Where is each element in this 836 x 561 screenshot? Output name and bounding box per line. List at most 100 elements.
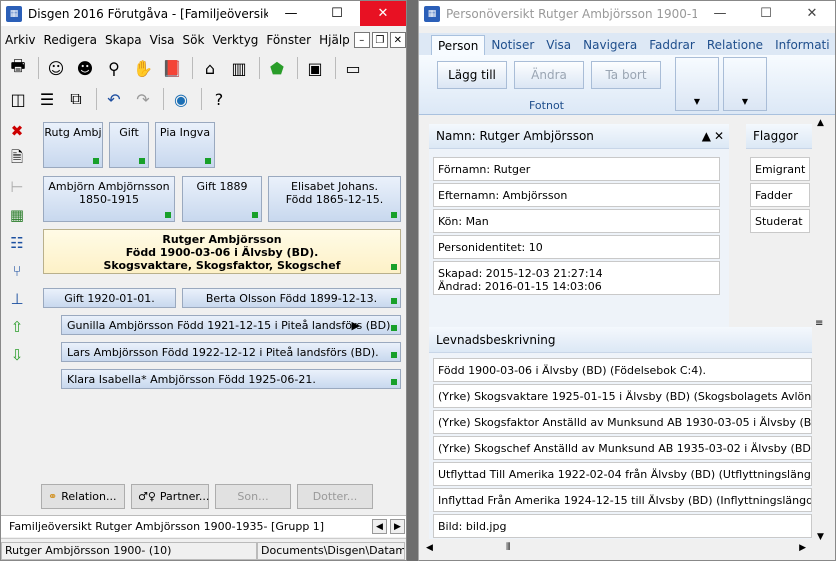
parents-marriage-card[interactable]: Gift 1889 [182,176,262,222]
life-event-3[interactable]: (Yrke) Skogsfaktor Anställd av Munksund … [433,410,812,434]
partner-button[interactable]: ♂♀ Partner... [131,484,209,509]
scroll-grip-icon[interactable]: ≡ [815,318,823,329]
handshake-icon[interactable]: ✋ [130,55,156,81]
life-event-4[interactable]: (Yrke) Skogschef Anställd av Munksund AB… [433,436,812,460]
family-chart-icon[interactable]: ▦ [5,203,29,227]
right-maximize-button[interactable]: ☐ [743,1,789,26]
window-icon[interactable]: ▭ [340,55,366,81]
life-event-5[interactable]: Utflyttad Till Amerika 1922-02-04 från Ä… [433,462,812,486]
tab-visa[interactable]: Visa [540,35,577,55]
layout-columns-icon[interactable]: ◫ [5,86,31,112]
life-event-1[interactable]: Född 1900-03-06 i Älvsby (BD) (Födelsebo… [433,358,812,382]
menu-verktyg[interactable]: Verktyg [208,33,262,47]
right-minimize-button[interactable]: — [697,1,743,26]
menu-hjalp[interactable]: Hjälp [315,33,354,47]
child-card-3[interactable]: Klara Isabella* Ambjörsson Född 1925-06-… [61,369,401,389]
tab-scroll-right-icon[interactable]: ▶ [390,519,405,534]
first-name-field[interactable]: Förnamn: Rutger [433,157,720,181]
dotter-button[interactable]: Dotter... [297,484,373,509]
mdi-restore-button[interactable]: ❐ [371,32,388,48]
globe-icon[interactable]: ◉ [168,86,194,112]
flag-studerat[interactable]: Studerat [750,209,810,233]
menu-sok[interactable]: Sök [179,33,209,47]
mdi-minimize-button[interactable]: – [353,32,370,48]
menu-fonster[interactable]: Fönster [262,33,315,47]
vertical-scrollbar[interactable]: ▲ ≡ ▼ [812,118,829,542]
go-up-icon[interactable]: ⇧ [5,315,29,339]
person-icon[interactable]: ☺ [43,55,69,81]
paternal-grandfather-card[interactable]: Rutg Ambj [43,122,103,168]
person-search-icon[interactable]: ☻ [72,55,98,81]
layout-rows-icon[interactable]: ☰ [34,86,60,112]
layout-cascade-icon[interactable]: ⧉ [63,86,89,112]
collapse-icon[interactable]: ▲ [702,129,711,143]
tab-information[interactable]: Informati [769,35,835,55]
books-icon[interactable]: ▥ [226,55,252,81]
last-name-field[interactable]: Efternamn: Ambjörsson [433,183,720,207]
tab-navigera[interactable]: Navigera [577,35,643,55]
flag-fadder[interactable]: Fadder [750,183,810,207]
tab-person[interactable]: Person [431,35,486,55]
descendant-tree-icon[interactable]: ⊥ [5,287,29,311]
gender-field[interactable]: Kön: Man [433,209,720,233]
life-event-7[interactable]: Bild: bild.jpg [433,514,812,538]
menu-visa[interactable]: Visa [146,33,179,47]
redo-icon[interactable]: ↷ [130,86,156,112]
marriage-card[interactable]: Gift 1920-01-01. [43,288,176,308]
child-card-2[interactable]: Lars Ambjörsson Född 1922-12-12 i Piteå … [61,342,401,362]
home-icon[interactable]: ⌂ [197,55,223,81]
list-icon[interactable]: ☷ [5,231,29,255]
print-icon[interactable]: 🖶 [5,55,31,81]
scroll-down-icon[interactable]: ▼ [812,532,829,542]
spouse-card[interactable]: Berta Olsson Född 1899-12-13. [182,288,401,308]
edit-button[interactable]: Ändra [514,61,584,89]
menu-arkiv[interactable]: Arkiv [1,33,40,47]
delete-icon[interactable]: ✖ [5,119,29,143]
menu-skapa[interactable]: Skapa [101,33,146,47]
right-close-button[interactable]: ✕ [789,1,835,26]
horizontal-scrollbar[interactable]: ◀ ⦀ ▶ [420,541,812,558]
father-card[interactable]: Ambjörn Ambjörnsson 1850-1915 [43,176,175,222]
tree-disabled-icon[interactable]: ⊢ [5,175,29,199]
close-button[interactable]: ✕ [360,1,406,26]
remove-button[interactable]: Ta bort [591,61,661,89]
relation-button[interactable]: ⚭ Relation... [41,484,125,509]
paternal-grandparents-marriage-card[interactable]: Gift [109,122,149,168]
scroll-left-icon[interactable]: ◀ [426,543,433,553]
flag-emigrant[interactable]: Emigrant [750,157,810,181]
document-icon[interactable]: 🗎 [5,147,29,171]
person-id-field[interactable]: Personidentitet: 10 [433,235,720,259]
life-event-6[interactable]: Inflyttad Från Amerika 1924-12-15 till Ä… [433,488,812,512]
child-card-1[interactable]: Gunilla Ambjörsson Född 1921-12-15 i Pit… [61,315,401,335]
binoculars-icon[interactable]: ⚲ [101,55,127,81]
created-changed-field[interactable]: Skapad: 2015-12-03 21:27:14 Ändrad: 2016… [433,261,720,295]
son-button[interactable]: Son... [215,484,291,509]
ribbon-dropdown-2[interactable]: ▼ [723,57,767,111]
book-icon[interactable]: 📕 [159,55,185,81]
minimize-button[interactable]: — [268,1,314,26]
ribbon-dropdown-1[interactable]: ▼ [675,57,719,111]
mdi-close-button[interactable]: ✕ [389,32,406,48]
close-panel-icon[interactable]: ✕ [714,129,724,143]
paternal-grandmother-card[interactable]: Pia Ingva [155,122,215,168]
add-button[interactable]: Lägg till [437,61,507,89]
go-down-icon[interactable]: ⇩ [5,343,29,367]
map-icon[interactable]: ⬟ [264,55,290,81]
expand-arrow-icon[interactable]: ▶ [352,319,360,332]
tab-scroll-left-icon[interactable]: ◀ [372,519,387,534]
tab-notiser[interactable]: Notiser [485,35,540,55]
help-icon[interactable]: ? [206,86,232,112]
undo-icon[interactable]: ↶ [101,86,127,112]
document-tab[interactable]: Familjeöversikt Rutger Ambjörsson 1900-1… [1,520,372,533]
scroll-up-icon[interactable]: ▲ [812,118,829,135]
main-person-card[interactable]: Rutger Ambjörsson Född 1900-03-06 i Älvs… [43,229,401,274]
tab-faddrar[interactable]: Faddrar [643,35,701,55]
hscroll-grip-icon[interactable]: ⦀ [506,542,510,553]
scroll-right-icon[interactable]: ▶ [799,543,806,553]
mother-card[interactable]: Elisabet Johans. Född 1865-12-15. [268,176,401,222]
tab-relationer[interactable]: Relatione [701,35,769,55]
life-event-2[interactable]: (Yrke) Skogsvaktare 1925-01-15 i Älvsby … [433,384,812,408]
calendar-icon[interactable]: ▣ [302,55,328,81]
ancestor-tree-icon[interactable]: ⑂ [5,259,29,283]
menu-redigera[interactable]: Redigera [40,33,101,47]
